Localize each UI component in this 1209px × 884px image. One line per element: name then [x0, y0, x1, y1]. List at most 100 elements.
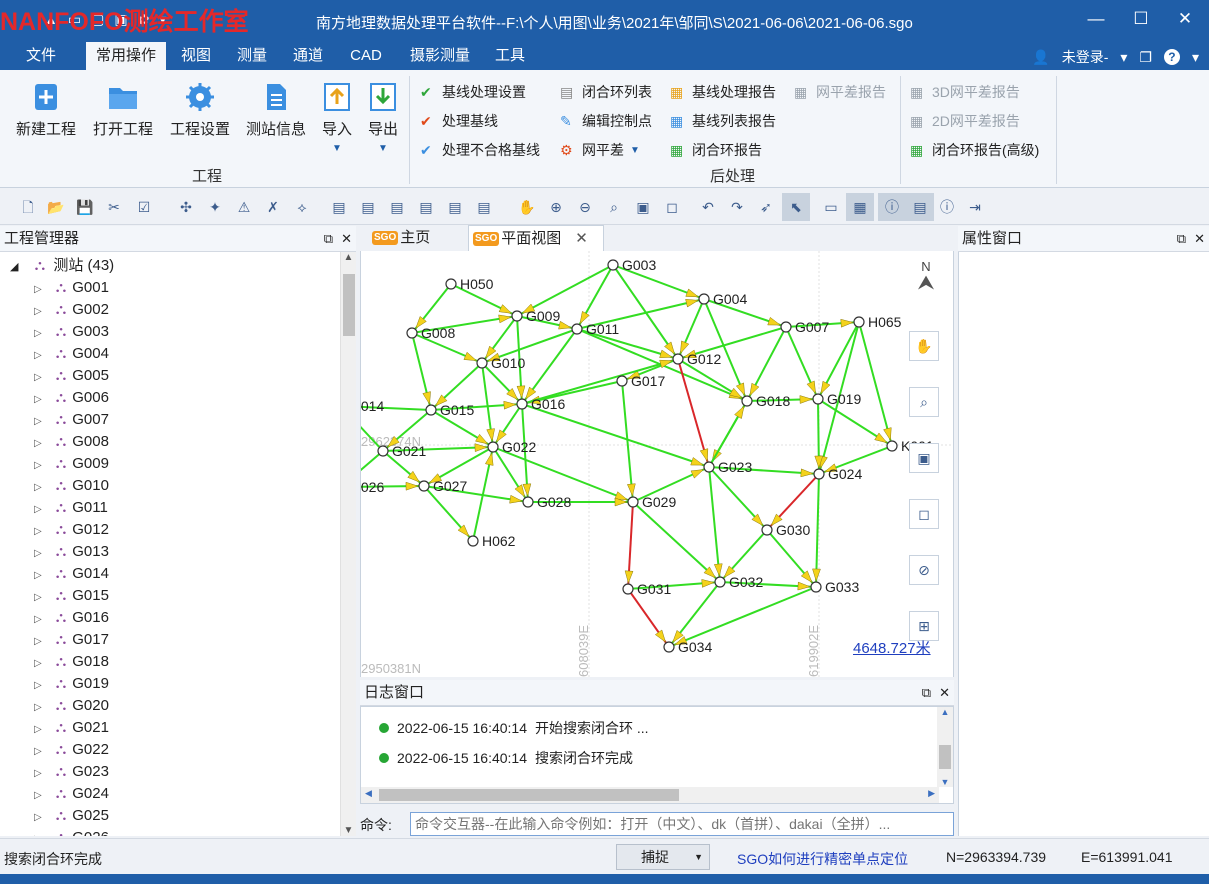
- station-point-g029[interactable]: [627, 496, 639, 508]
- zoom-frame-icon[interactable]: ◻: [909, 499, 939, 529]
- save-icon[interactable]: 💾: [75, 197, 95, 217]
- log-vertical-scrollbar[interactable]: ▲ ▼: [937, 707, 953, 787]
- station-point-g012[interactable]: [672, 353, 684, 365]
- station-point-g017[interactable]: [616, 375, 628, 387]
- station-point-g007[interactable]: [780, 321, 792, 333]
- expand-icon[interactable]: ▷: [34, 328, 42, 339]
- station-point-g021[interactable]: [377, 445, 389, 457]
- tree-station-g013[interactable]: ▷ ⛬ G013: [34, 541, 109, 563]
- tab-tools[interactable]: 工具: [486, 42, 534, 70]
- expand-icon[interactable]: ▷: [34, 746, 42, 757]
- station-point-g018[interactable]: [741, 395, 753, 407]
- tree-station-g016[interactable]: ▷ ⛬ G016: [34, 607, 109, 629]
- help-icon[interactable]: ?: [1163, 49, 1180, 65]
- 3d-adjustment-report-button[interactable]: ▦ 3D网平差报告: [910, 82, 1020, 102]
- station-point-g032[interactable]: [714, 576, 726, 588]
- expand-icon[interactable]: ▷: [34, 394, 42, 405]
- tree-station-g015[interactable]: ▷ ⛬ G015: [34, 585, 109, 607]
- zoom-frame-icon[interactable]: ◻: [662, 197, 682, 217]
- scroll-thumb[interactable]: [379, 789, 679, 801]
- tree-station-g014[interactable]: ▷ ⛬ G014: [34, 563, 109, 585]
- collapse-icon[interactable]: ◢: [10, 261, 18, 273]
- tree-station-g011[interactable]: ▷ ⛬ G011: [34, 497, 108, 519]
- tree-station-g024[interactable]: ▷ ⛬ G024: [34, 783, 109, 805]
- baseline-G016-G023[interactable]: [521, 403, 710, 468]
- tree-station-g019[interactable]: ▷ ⛬ G019: [34, 673, 109, 695]
- advanced-loop-report-button[interactable]: ▦ 闭合环报告(高级): [910, 140, 1039, 160]
- zoom-extent-icon[interactable]: ▣: [633, 197, 653, 217]
- station-point-g010[interactable]: [476, 357, 488, 369]
- export-button[interactable]: 导出 ▼: [367, 82, 399, 154]
- scroll-up-arrow[interactable]: ▲: [937, 707, 953, 717]
- tab-survey[interactable]: 测量: [228, 42, 276, 70]
- undo-icon[interactable]: ↶: [698, 197, 718, 217]
- station-point-g008[interactable]: [406, 327, 418, 339]
- tab-photogrammetry[interactable]: 摄影测量: [402, 42, 478, 70]
- tree-station-g026[interactable]: ▷ ⛬ G026: [34, 827, 109, 836]
- report-icon[interactable]: ▤: [445, 197, 465, 217]
- expand-icon[interactable]: ▷: [34, 416, 42, 427]
- scroll-down-arrow[interactable]: ▼: [341, 825, 356, 836]
- tab-view[interactable]: 视图: [172, 42, 220, 70]
- tree-station-g021[interactable]: ▷ ⛬ G021: [34, 717, 109, 739]
- expand-icon[interactable]: ▷: [34, 548, 42, 559]
- expand-icon[interactable]: ▷: [34, 526, 42, 537]
- scroll-up-arrow[interactable]: ▲: [341, 252, 356, 263]
- zoom-out-icon[interactable]: ⊖: [575, 197, 595, 217]
- expand-icon[interactable]: ▷: [34, 284, 42, 295]
- station-point-g023[interactable]: [703, 461, 715, 473]
- zoom-window-icon[interactable]: ⌕: [909, 387, 939, 417]
- expand-icon[interactable]: ▷: [34, 438, 42, 449]
- expand-icon[interactable]: ▷: [34, 614, 42, 625]
- tree-station-g006[interactable]: ▷ ⛬ G006: [34, 387, 109, 409]
- station-point-g011[interactable]: [571, 323, 583, 335]
- new-file-icon[interactable]: 🗋: [18, 197, 38, 217]
- expand-icon[interactable]: ▷: [34, 482, 42, 493]
- close-icon[interactable]: ✕: [575, 230, 588, 247]
- station-point-g030[interactable]: [761, 524, 773, 536]
- station-point-g009[interactable]: [511, 310, 523, 322]
- zoom-in-icon[interactable]: ⊕: [546, 197, 566, 217]
- tab-cad[interactable]: CAD: [340, 42, 392, 70]
- tree-station-g008[interactable]: ▷ ⛬ G008: [34, 431, 109, 453]
- minimize-button[interactable]: —: [1083, 6, 1109, 32]
- snap-dropdown[interactable]: 捕捉 ▼: [616, 844, 710, 870]
- tree-station-g003[interactable]: ▷ ⛬ G003: [34, 321, 109, 343]
- zoom-extent-icon[interactable]: ▣: [909, 443, 939, 473]
- scroll-left-arrow[interactable]: ◀: [365, 788, 372, 799]
- scale-label[interactable]: 4648.727米: [853, 637, 931, 658]
- dropdown-icon[interactable]: ▾: [1120, 49, 1127, 66]
- table-icon[interactable]: ▤: [906, 193, 934, 221]
- station-info-button[interactable]: 测站信息: [246, 82, 306, 139]
- about-icon[interactable]: ⓘ: [937, 197, 957, 217]
- redo-icon[interactable]: ↷: [727, 197, 747, 217]
- delete-line-icon[interactable]: ✗: [263, 197, 283, 217]
- pan-icon[interactable]: ✋: [517, 197, 537, 217]
- tab-home[interactable]: SGO 主页: [368, 225, 458, 251]
- pan-icon[interactable]: ✋: [909, 331, 939, 361]
- station-point-g024[interactable]: [813, 468, 825, 480]
- station-point-g031[interactable]: [622, 583, 634, 595]
- expand-icon[interactable]: ▷: [34, 702, 42, 713]
- scroll-thumb[interactable]: [939, 745, 951, 769]
- process-bad-baseline-button[interactable]: ✔ 处理不合格基线: [420, 140, 540, 160]
- tab-file[interactable]: 文件: [14, 42, 68, 70]
- zoom-window-icon[interactable]: ⌕: [604, 197, 624, 217]
- expand-icon[interactable]: ▷: [34, 372, 42, 383]
- scroll-down-arrow[interactable]: ▼: [937, 777, 953, 787]
- scroll-thumb[interactable]: [343, 274, 355, 336]
- close-icon[interactable]: ✕: [939, 680, 950, 706]
- baseline-G033-G034[interactable]: [668, 586, 817, 648]
- help-link[interactable]: SGO如何进行精密单点定位: [737, 849, 908, 869]
- expand-icon[interactable]: ▷: [34, 724, 42, 735]
- station-point-g003[interactable]: [607, 259, 619, 271]
- expand-icon[interactable]: ▷: [34, 460, 42, 471]
- tree-station-g012[interactable]: ▷ ⛬ G012: [34, 519, 109, 541]
- station-point-g027[interactable]: [418, 480, 430, 492]
- project-settings-button[interactable]: 工程设置: [170, 82, 230, 139]
- adjustment-button[interactable]: ⚙ 网平差 ▼: [560, 140, 640, 160]
- tree-station-g018[interactable]: ▷ ⛬ G018: [34, 651, 109, 673]
- expand-icon[interactable]: ▷: [34, 834, 42, 836]
- open-folder-icon[interactable]: 📂: [46, 197, 66, 217]
- tree-station-g017[interactable]: ▷ ⛬ G017: [34, 629, 109, 651]
